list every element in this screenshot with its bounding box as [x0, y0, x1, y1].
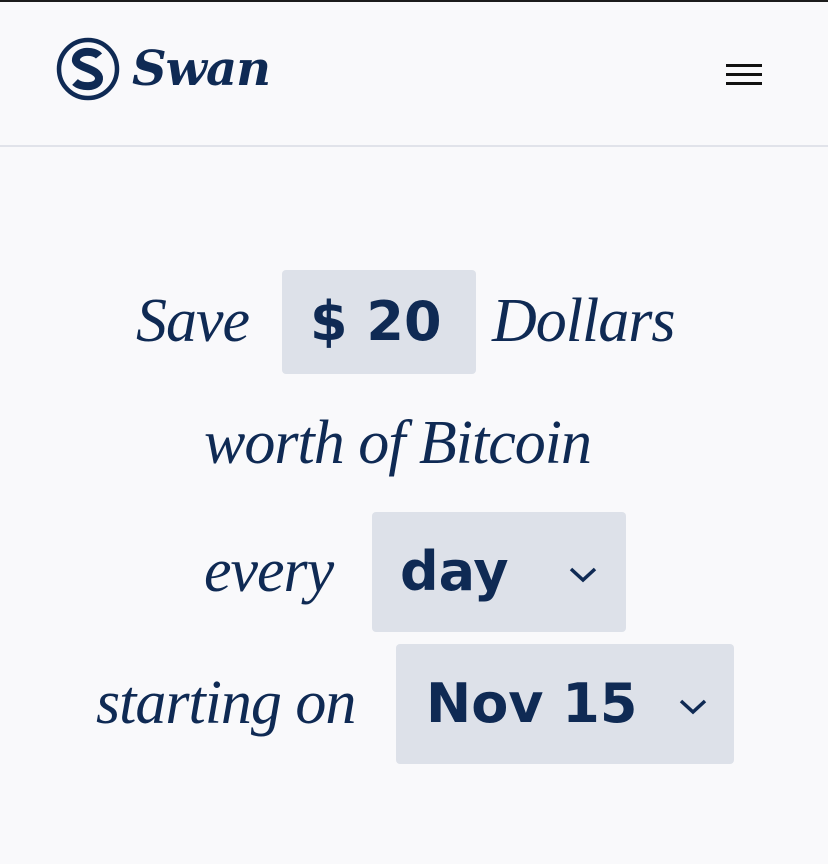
- frequency-value: day: [400, 540, 509, 603]
- swan-s-logo-icon: [56, 37, 120, 101]
- hamburger-menu-icon-bar: [726, 82, 762, 85]
- frequency-prefix-label: every: [204, 537, 334, 605]
- asset-label: worth of Bitcoin: [204, 409, 592, 477]
- frequency-select[interactable]: day: [372, 512, 626, 632]
- amount-value: $ 20: [310, 290, 442, 353]
- start-date-value: Nov 15: [426, 672, 638, 735]
- brand-name: Swan: [132, 41, 271, 97]
- start-prefix-label: starting on: [96, 669, 356, 737]
- hamburger-menu-icon: [726, 64, 762, 67]
- start-date-select[interactable]: Nov 15: [396, 644, 734, 764]
- hamburger-menu-button[interactable]: [724, 60, 764, 90]
- brand-logo[interactable]: Swan: [56, 37, 271, 101]
- top-header: Swan: [0, 2, 828, 147]
- chevron-down-icon: [569, 567, 597, 583]
- save-label: Save: [136, 287, 250, 355]
- currency-label: Dollars: [492, 287, 675, 355]
- chevron-down-icon: [679, 699, 707, 715]
- hamburger-menu-icon-bar: [726, 73, 762, 76]
- amount-input[interactable]: $ 20: [282, 270, 476, 374]
